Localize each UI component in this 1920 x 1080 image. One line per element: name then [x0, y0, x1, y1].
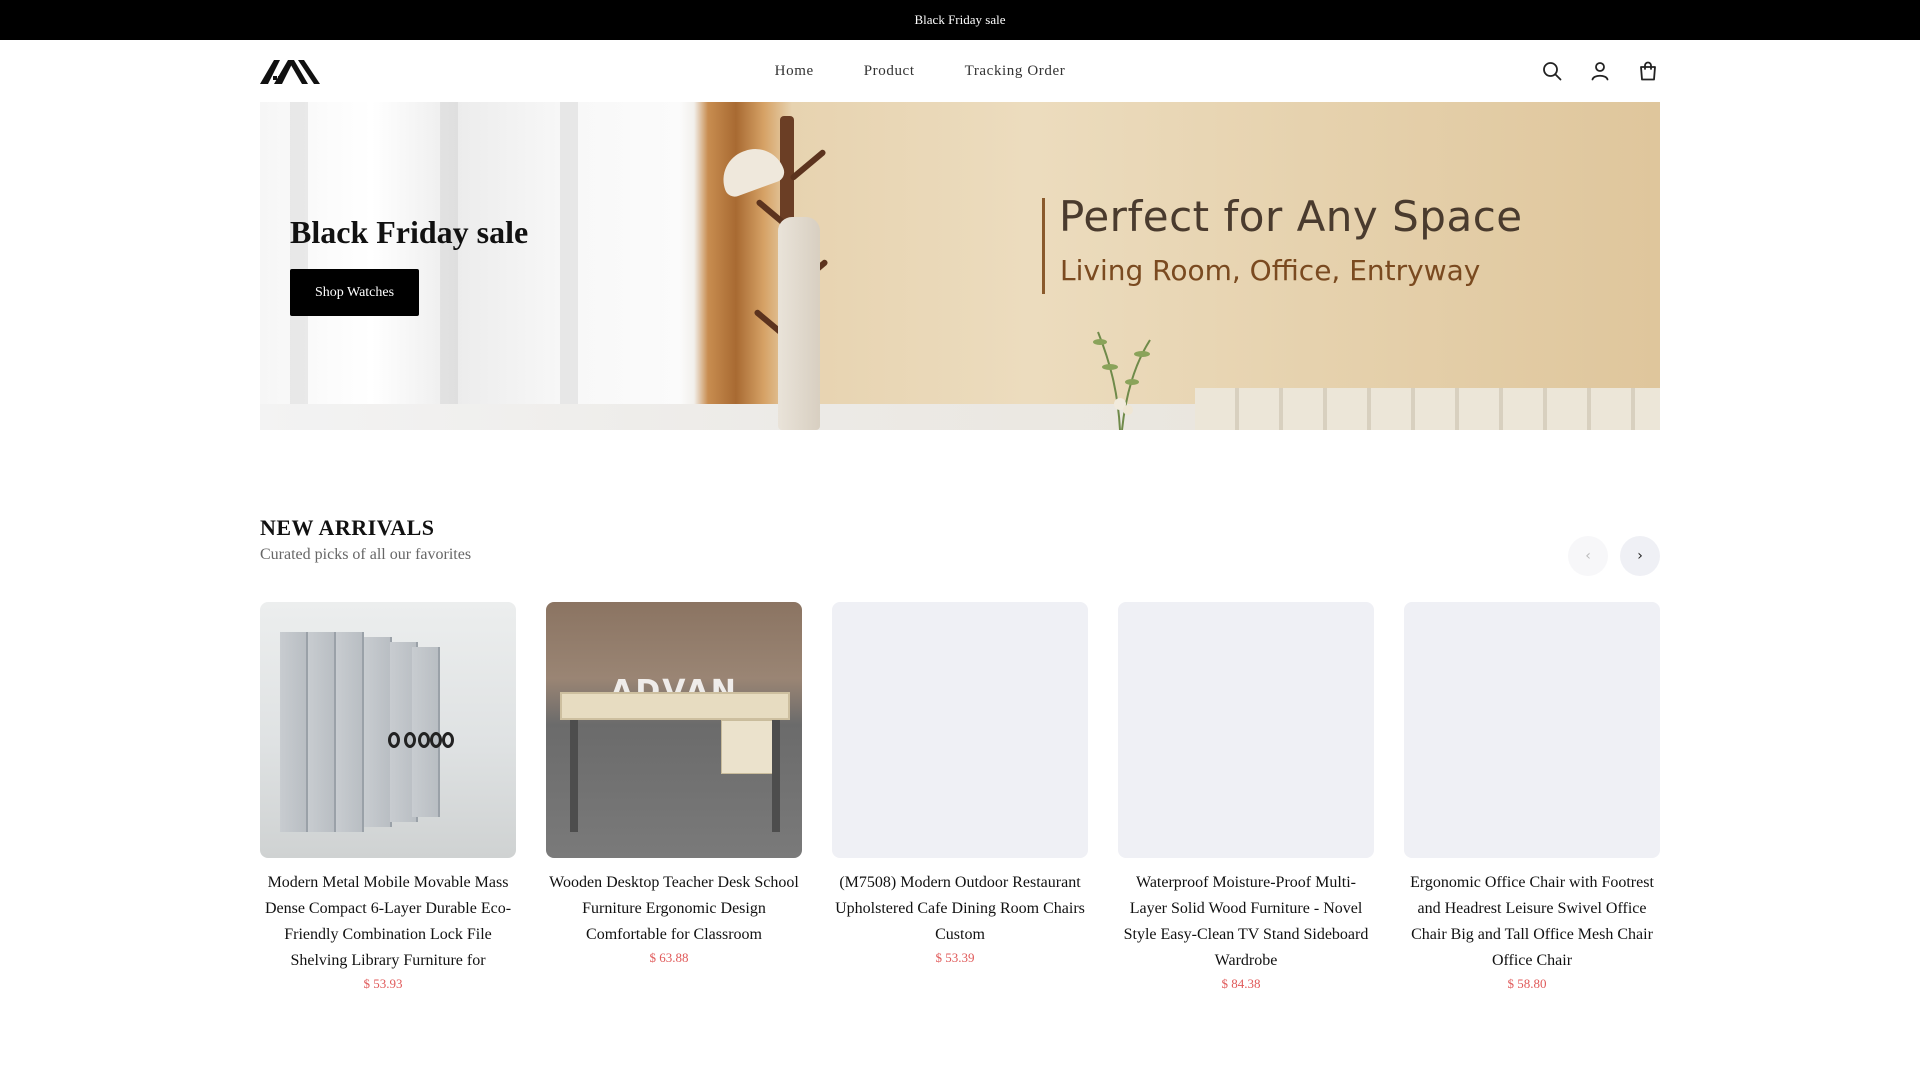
desk-drawer	[721, 720, 779, 774]
desk-top	[560, 692, 790, 720]
hero-rack-branch	[789, 148, 827, 182]
hero-image-subline: Living Room, Office, Entryway	[1060, 254, 1481, 287]
desk-leg	[772, 720, 780, 832]
product-card[interactable]: Waterproof Moisture-Proof Multi-Layer So…	[1118, 602, 1374, 992]
nav-tracking-order[interactable]: Tracking Order	[965, 63, 1066, 80]
product-price: $ 84.38	[1221, 976, 1261, 991]
chevron-left-icon: ‹	[1585, 548, 1591, 564]
hero-plant	[1093, 331, 1151, 430]
product-price: $ 58.80	[1507, 976, 1547, 991]
announcement-bar: Black Friday sale	[0, 0, 1920, 40]
hero-curtain	[290, 102, 308, 430]
hero-curtain	[440, 102, 458, 430]
hero-banner[interactable]: Perfect for Any Space Living Room, Offic…	[260, 102, 1660, 430]
section-subtitle: Curated picks of all our favorites	[260, 546, 472, 563]
carousel-prev-button[interactable]: ‹	[1568, 536, 1608, 576]
chevron-right-icon: ›	[1637, 548, 1643, 564]
product-image-placeholder[interactable]	[1404, 602, 1660, 858]
hero-image-headline: Perfect for Any Space	[1059, 192, 1523, 241]
product-image-placeholder[interactable]	[1118, 602, 1374, 858]
nav-home[interactable]: Home	[775, 63, 814, 80]
hero-hat	[715, 140, 787, 200]
hero-headboard	[1195, 388, 1660, 430]
product-name[interactable]: Ergonomic Office Chair with Footrest and…	[1404, 870, 1660, 974]
product-name[interactable]: (M7508) Modern Outdoor Restaurant Uphols…	[832, 870, 1088, 948]
nav-product[interactable]: Product	[864, 63, 915, 80]
product-price: $ 53.39	[935, 950, 975, 965]
product-image[interactable]	[260, 602, 516, 858]
cabinet-unit	[336, 632, 364, 832]
product-name[interactable]: Wooden Desktop Teacher Desk School Furni…	[546, 870, 802, 948]
carousel-next-button[interactable]: ›	[1620, 536, 1660, 576]
product-name[interactable]: Waterproof Moisture-Proof Multi-Layer So…	[1118, 870, 1374, 974]
shop-watches-button[interactable]: Shop Watches	[290, 269, 419, 316]
hero-coat	[778, 217, 820, 430]
hero-title: Black Friday sale	[290, 214, 529, 250]
product-card[interactable]: ADVAN Wooden Desktop Teacher Desk School…	[546, 602, 802, 992]
product-price: $ 63.88	[649, 950, 689, 965]
hero-curtain	[560, 102, 578, 430]
product-card[interactable]: (M7508) Modern Outdoor Restaurant Uphols…	[832, 602, 1088, 992]
cabinet-wheel	[418, 732, 430, 748]
search-icon[interactable]	[1540, 59, 1564, 83]
product-image[interactable]: ADVAN	[546, 602, 802, 858]
cabinet-wheel	[388, 732, 400, 748]
account-icon[interactable]	[1588, 59, 1612, 83]
desk-leg	[570, 720, 578, 832]
cabinet-unit	[280, 632, 308, 832]
product-card[interactable]: Modern Metal Mobile Movable Mass Dense C…	[260, 602, 516, 992]
cart-bag-icon[interactable]	[1636, 59, 1660, 83]
cabinet-unit	[308, 632, 336, 832]
announcement-text: Black Friday sale	[914, 12, 1006, 27]
section-title: NEW ARRIVALS	[260, 515, 435, 540]
product-image-placeholder[interactable]	[832, 602, 1088, 858]
hero-divider	[1042, 198, 1045, 294]
cabinet-wheel	[442, 732, 454, 748]
product-card[interactable]: Ergonomic Office Chair with Footrest and…	[1404, 602, 1660, 992]
cabinet-unit	[364, 637, 392, 827]
site-header: Home Product Tracking Order	[0, 40, 1920, 102]
header-actions	[1540, 59, 1660, 83]
brand-logo[interactable]	[260, 56, 320, 86]
product-carousel: Modern Metal Mobile Movable Mass Dense C…	[260, 602, 1660, 992]
cabinet-wheel	[404, 732, 416, 748]
product-name[interactable]: Modern Metal Mobile Movable Mass Dense C…	[260, 870, 516, 974]
cabinet-wheel	[430, 732, 442, 748]
product-price: $ 53.93	[363, 976, 403, 991]
